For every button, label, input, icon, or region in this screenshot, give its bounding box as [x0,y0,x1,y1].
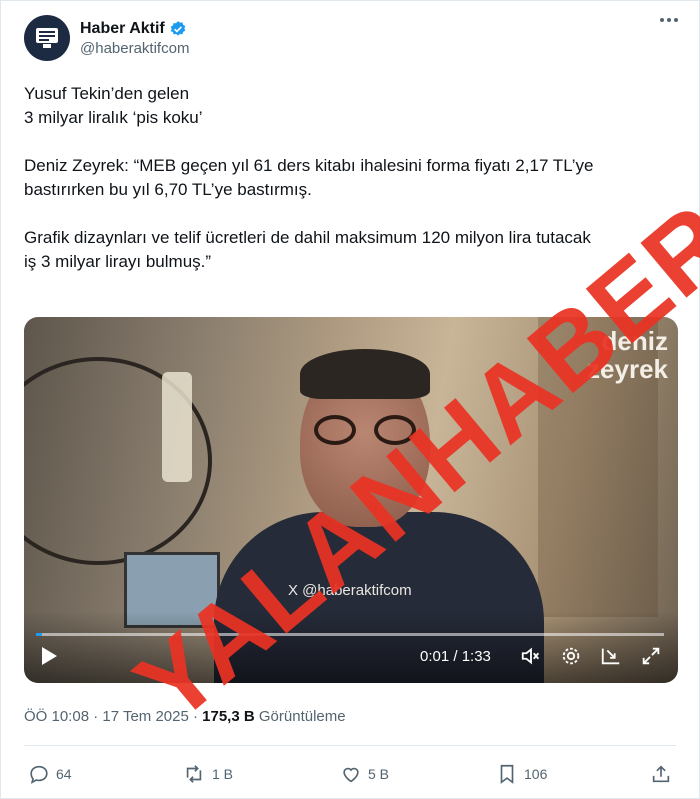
picture-in-picture-icon[interactable] [598,643,624,669]
repost-icon [186,765,202,783]
post-header: Haber Aktif @haberaktifcom [24,14,189,62]
settings-gear-icon[interactable] [558,643,584,669]
action-bar: 64 1 B 5 B 106 [28,763,678,791]
reply-count: 64 [56,766,72,782]
video-controls: 0:01 / 1:33 [24,611,678,683]
post-meta: ÖÖ 10:08 · 17 Tem 2025 · 175,3 B Görüntü… [24,708,346,725]
headline-line-2: 3 milyar liralık ‘pis koku’ [24,108,203,127]
bookmark-icon [500,764,514,784]
display-name[interactable]: Haber Aktif [80,20,165,38]
like-count: 5 B [368,766,390,782]
reply-button[interactable]: 64 [28,763,72,785]
repost-button[interactable]: 1 B [182,763,233,785]
view-count: 175,3 B [202,708,255,725]
views-label: Görüntüleme [258,708,346,725]
video-time: 0:01 / 1:33 [420,648,491,665]
play-icon[interactable] [38,645,60,667]
heart-icon [343,767,359,783]
quote-line-2: bastırırken bu yıl 6,70 TL’ye bastırmış. [24,180,312,199]
brand-line-1: deniz [601,326,668,356]
volume-icon[interactable] [518,643,544,669]
video-brand: deniz zeyrek [587,327,668,383]
headline-line-1: Yusuf Tekin’den gelen [24,84,190,103]
post-text: Yusuf Tekin’den gelen 3 milyar liralık ‘… [24,82,664,298]
fullscreen-icon[interactable] [638,643,664,669]
bookmark-button[interactable]: 106 [496,763,547,785]
video-watermark: X @haberaktifcom [288,582,412,599]
quote-line-1: Deniz Zeyrek: “MEB geçen yıl 61 ders kit… [24,156,594,175]
news-logo-icon [36,28,58,48]
reply-icon [30,765,48,784]
verified-badge-icon [169,20,187,38]
video-player[interactable]: deniz zeyrek X @haberaktifcom 0:01 / 1:3… [24,317,678,683]
repost-count: 1 B [212,766,234,782]
handle[interactable]: @haberaktifcom [80,40,189,57]
share-button[interactable] [650,763,678,785]
brand-line-2: zeyrek [587,354,668,384]
video-progress-bar[interactable] [36,633,664,636]
divider [24,745,676,746]
share-icon [652,765,670,783]
detail-line-2: iş 3 milyar lirayı bulmuş.” [24,252,212,271]
detail-line-1: Grafik dizaynları ve telif ücretleri de … [24,228,591,247]
avatar[interactable] [24,15,70,61]
background-lamp [162,372,192,482]
post-timestamp[interactable]: ÖÖ 10:08 · 17 Tem 2025 · [24,708,202,725]
more-options-icon[interactable] [660,18,678,22]
like-button[interactable]: 5 B [340,763,389,785]
bookmark-count: 106 [524,766,548,782]
